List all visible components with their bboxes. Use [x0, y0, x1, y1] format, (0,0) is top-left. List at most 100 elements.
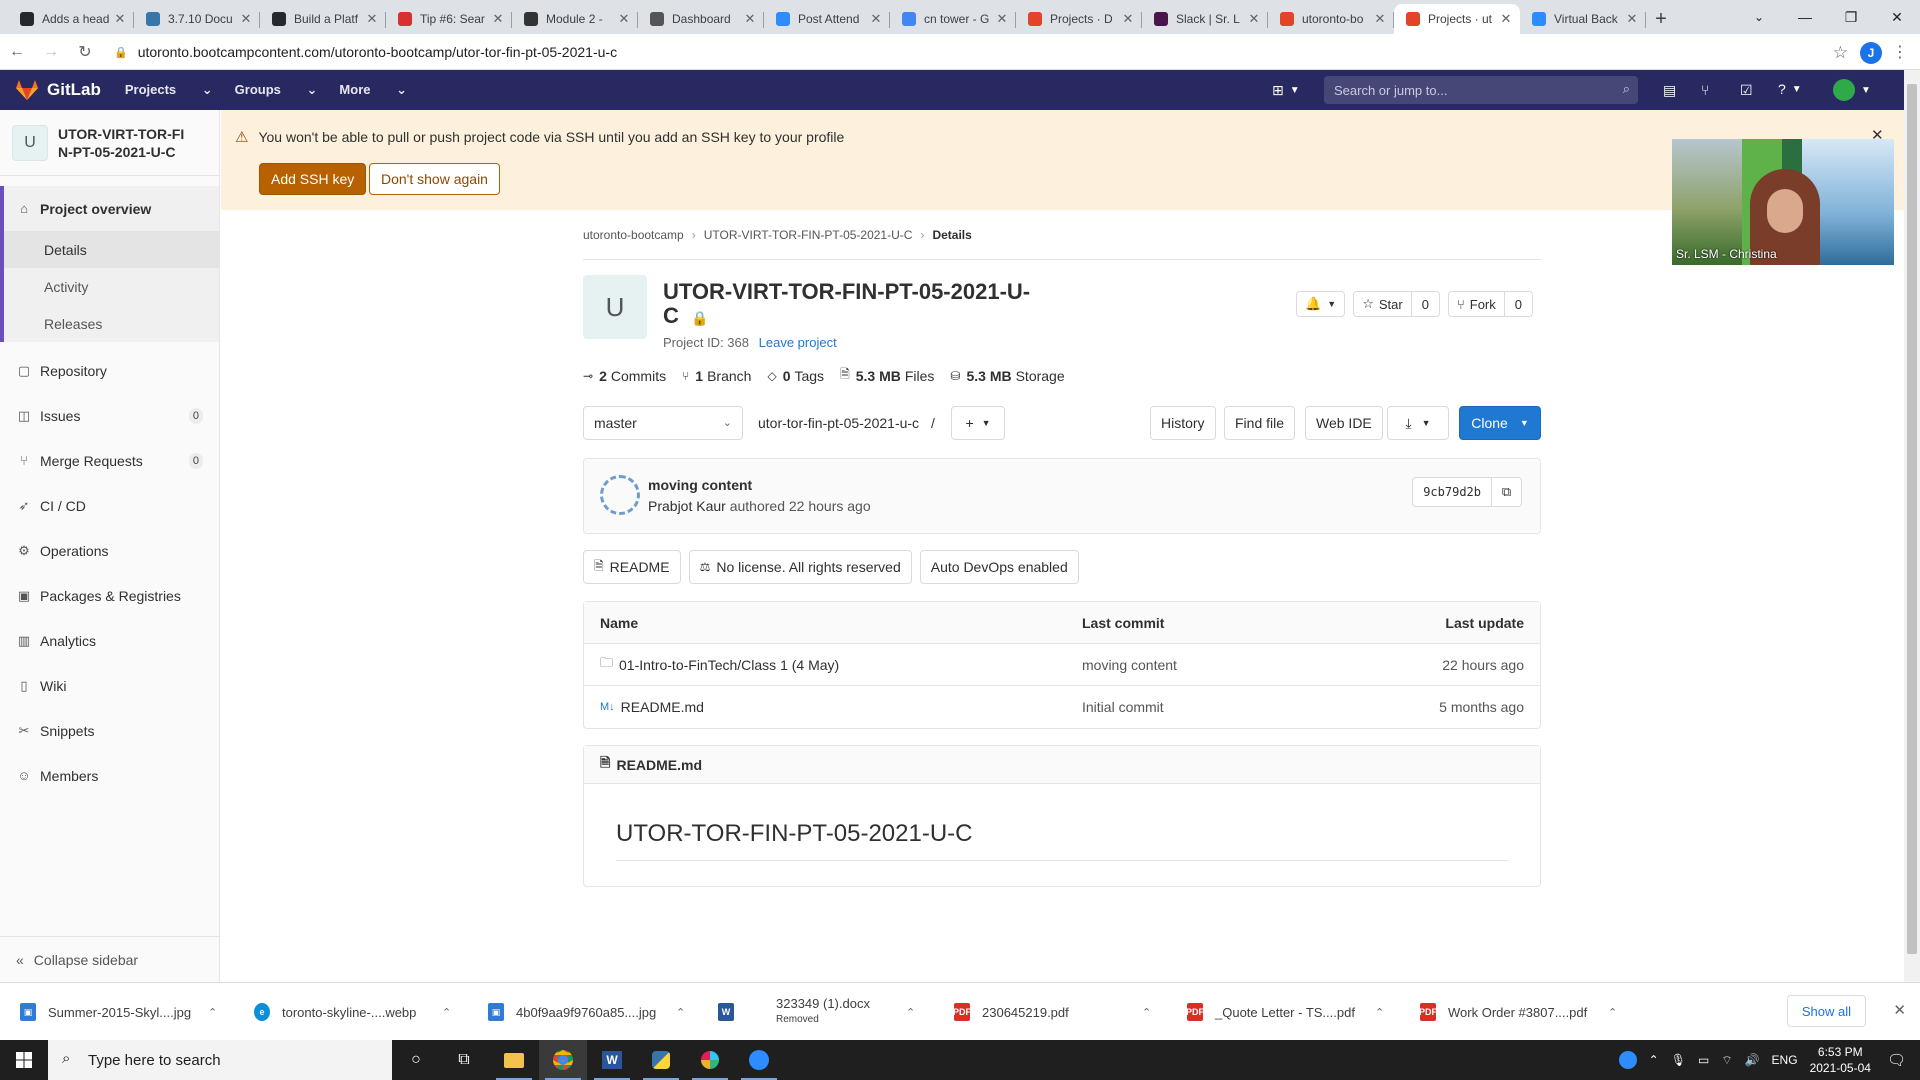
sidebar-subitem-details[interactable]: Details: [0, 231, 219, 268]
branch-selector[interactable]: master ⌄: [583, 406, 743, 440]
url-field[interactable]: 🔒 utoronto.bootcampcontent.com/utoronto-…: [106, 38, 1816, 66]
close-icon[interactable]: ✕: [1893, 1001, 1906, 1019]
sidebar-item-snippets[interactable]: ✂ Snippets: [0, 708, 219, 753]
python-icon[interactable]: [637, 1040, 685, 1080]
chevron-up-icon[interactable]: ⌃: [906, 1006, 915, 1019]
close-tab-icon[interactable]: ✕: [1624, 11, 1640, 27]
chevron-up-icon[interactable]: ⌃: [208, 1006, 217, 1019]
clock[interactable]: 6:53 PM 2021-05-04: [1810, 1044, 1871, 1076]
fork-button[interactable]: ⑂ Fork 0: [1447, 291, 1533, 317]
chevron-up-icon[interactable]: ⌃: [1649, 1053, 1659, 1067]
new-item-dropdown[interactable]: ⊞ ▼: [1272, 82, 1300, 99]
notification-dropdown[interactable]: 🔔 ▼: [1296, 291, 1346, 317]
task-view-icon[interactable]: ⧉: [440, 1040, 488, 1080]
fork-count[interactable]: 0: [1503, 292, 1532, 316]
file-last-commit[interactable]: Initial commit: [1082, 699, 1164, 715]
profile-avatar[interactable]: J: [1860, 42, 1882, 64]
browser-tab[interactable]: utoronto-bo ✕: [1268, 4, 1394, 34]
close-window-icon[interactable]: ✕: [1874, 0, 1920, 34]
sidebar-project-header[interactable]: U UTOR-VIRT-TOR-FIN-PT-05-2021-U-C: [0, 110, 219, 176]
table-row[interactable]: 🗀 01-Intro-to-FinTech/Class 1 (4 May) movi…: [584, 644, 1540, 686]
todos-icon[interactable]: ☑: [1740, 82, 1753, 99]
start-button[interactable]: [0, 1040, 48, 1080]
star-button[interactable]: ☆ Star 0: [1353, 291, 1440, 317]
browser-tab[interactable]: Slack | Sr. L ✕: [1142, 4, 1268, 34]
readme-filename[interactable]: README.md: [616, 757, 702, 773]
close-tab-icon[interactable]: ✕: [868, 11, 884, 27]
nav-groups[interactable]: Groups ⌄: [235, 82, 318, 98]
notifications-icon[interactable]: 🗨: [1887, 1051, 1906, 1069]
page-scrollbar[interactable]: [1904, 70, 1920, 982]
close-tab-icon[interactable]: ✕: [238, 11, 254, 27]
close-tab-icon[interactable]: ✕: [1498, 11, 1514, 27]
breadcrumb-project[interactable]: UTOR-VIRT-TOR-FIN-PT-05-2021-U-C: [704, 228, 913, 242]
badge-button[interactable]: ⚖ No license. All rights reserved: [688, 550, 912, 584]
sidebar-item-packages-registries[interactable]: ▣ Packages & Registries: [0, 573, 219, 618]
breadcrumb-group[interactable]: utoronto-bootcamp: [583, 228, 684, 242]
battery-icon[interactable]: ▭: [1698, 1053, 1709, 1067]
download-item[interactable]: PDF 230645219.pdf ⌃: [953, 983, 1176, 1041]
chevron-up-icon[interactable]: ⌃: [1142, 1006, 1151, 1019]
browser-tab[interactable]: Virtual Back ✕: [1520, 4, 1646, 34]
browser-tab[interactable]: Tip #6: Sear ✕: [386, 4, 512, 34]
reload-icon[interactable]: ↻: [68, 35, 102, 69]
show-all-downloads-button[interactable]: Show all: [1786, 995, 1866, 1027]
wifi-icon[interactable]: ⌔: [1721, 1053, 1732, 1068]
download-item[interactable]: ▣ Summer-2015-Skyl....jpg ⌃: [20, 983, 242, 1041]
download-item[interactable]: PDF _Quote Letter - TS....pdf ⌃: [1186, 983, 1409, 1041]
repo-path-link[interactable]: utor-tor-fin-pt-05-2021-u-c: [758, 415, 919, 431]
browser-tab[interactable]: cn tower - G ✕: [890, 4, 1016, 34]
back-icon[interactable]: ←: [0, 35, 34, 69]
table-row[interactable]: M↓ README.md Initial commit 5 months ago: [584, 686, 1540, 728]
close-icon[interactable]: ✕: [1871, 126, 1884, 144]
nav-projects[interactable]: Projects ⌄: [125, 82, 213, 98]
taskbar-search-input[interactable]: ⌕ Type here to search: [48, 1040, 392, 1080]
browser-tab[interactable]: Projects · D ✕: [1016, 4, 1142, 34]
badge-button[interactable]: 🗎 README: [583, 550, 681, 584]
help-tray-icon[interactable]: [1618, 1051, 1637, 1069]
sidebar-item-wiki[interactable]: ▯ Wiki: [0, 663, 219, 708]
video-thumbnail[interactable]: Sr. LSM - Christina: [1672, 139, 1894, 265]
commit-author-avatar[interactable]: [600, 475, 640, 515]
bookmark-star-icon[interactable]: ☆: [1833, 43, 1848, 63]
clone-dropdown[interactable]: Clone ▼: [1459, 406, 1541, 440]
web-ide-button[interactable]: Web IDE: [1305, 406, 1383, 440]
browser-tab[interactable]: 3.7.10 Docu ✕: [134, 4, 260, 34]
close-tab-icon[interactable]: ✕: [1372, 11, 1388, 27]
gitlab-search-input[interactable]: Search or jump to... ⌕: [1324, 76, 1638, 104]
close-tab-icon[interactable]: ✕: [616, 11, 632, 27]
close-tab-icon[interactable]: ✕: [742, 11, 758, 27]
cortana-icon[interactable]: ○: [392, 1040, 440, 1080]
volume-icon[interactable]: 🔊: [1745, 1053, 1760, 1067]
breadcrumb-current[interactable]: Details: [932, 228, 971, 242]
chevron-up-icon[interactable]: ⌃: [442, 1006, 451, 1019]
word-icon[interactable]: W: [588, 1040, 636, 1080]
user-menu[interactable]: ▼: [1833, 79, 1871, 101]
leave-project-link[interactable]: Leave project: [759, 335, 837, 350]
sidebar-item-ci-cd[interactable]: ➶ CI / CD: [0, 483, 219, 528]
gitlab-logo[interactable]: GitLab: [16, 80, 101, 100]
sidebar-subitem-activity[interactable]: Activity: [0, 268, 219, 305]
stat-commits[interactable]: ⊸ 2 Commits: [583, 365, 666, 386]
forward-icon[interactable]: →: [34, 35, 68, 69]
add-to-tree-dropdown[interactable]: + ▼: [951, 406, 1005, 440]
download-dropdown[interactable]: ⤓ ▼: [1387, 406, 1449, 440]
issues-shortcut-icon[interactable]: ▤: [1663, 82, 1676, 99]
copy-sha-button[interactable]: ⧉: [1491, 477, 1522, 507]
sidebar-item-analytics[interactable]: ▥ Analytics: [0, 618, 219, 663]
close-tab-icon[interactable]: ✕: [490, 11, 506, 27]
tab-search-icon[interactable]: ⌄: [1748, 6, 1770, 28]
help-dropdown[interactable]: ? ▼: [1778, 81, 1802, 97]
badge-button[interactable]: Auto DevOps enabled: [919, 550, 1079, 584]
collapse-sidebar-button[interactable]: « Collapse sidebar: [0, 936, 219, 982]
commit-author[interactable]: Prabjot Kaur: [648, 498, 726, 514]
download-item[interactable]: ▣ 4b0f9aa9f9760a85....jpg ⌃: [488, 983, 710, 1041]
close-tab-icon[interactable]: ✕: [1246, 11, 1262, 27]
chrome-icon[interactable]: [539, 1040, 587, 1080]
restore-icon[interactable]: ❐: [1828, 0, 1874, 34]
language-indicator[interactable]: ENG: [1772, 1053, 1798, 1067]
file-name-cell[interactable]: 🗀 01-Intro-to-FinTech/Class 1 (4 May): [600, 654, 839, 676]
history-button[interactable]: History: [1150, 406, 1216, 440]
close-tab-icon[interactable]: ✕: [112, 11, 128, 27]
commit-sha[interactable]: 9cb79d2b: [1412, 477, 1492, 507]
